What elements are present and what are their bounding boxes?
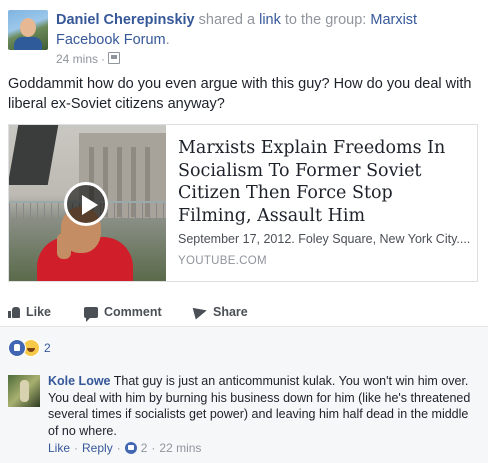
video-thumbnail[interactable] [9, 125, 166, 281]
comments-section: 2 Kole Lowe That guy is just an anticomm… [0, 326, 488, 463]
reactions-count[interactable]: 2 [44, 341, 51, 355]
avatar-shirt [14, 37, 42, 50]
comment-text: That guy is just an anticommunist kulak.… [48, 374, 471, 438]
author-avatar[interactable] [8, 10, 48, 50]
author-name-link[interactable]: Daniel Cherepinskiy [56, 12, 195, 28]
comment-button-label: Comment [104, 305, 162, 319]
comment-reply-link[interactable]: Reply [82, 441, 113, 455]
post-header-line: Daniel Cherepinskiy shared a link to the… [56, 10, 476, 50]
comment-meta-sep: · [151, 441, 156, 455]
shared-text: shared a [194, 12, 260, 28]
comment-like-count[interactable]: 2 [141, 441, 148, 455]
comment-meta-sep: · [74, 441, 79, 455]
to-group-text: to the group: [280, 12, 371, 28]
meta-dot: · [101, 52, 106, 66]
share-button[interactable]: Share [192, 302, 248, 322]
link-preview-card[interactable]: Marxists Explain Freedoms In Socialism T… [8, 124, 478, 282]
group-icon[interactable] [108, 52, 121, 64]
commenter-avatar[interactable] [8, 375, 40, 407]
like-button-label: Like [26, 305, 52, 319]
link-card-description: September 17, 2012. Foley Square, New Yo… [178, 232, 470, 246]
comment-icon [84, 306, 98, 322]
comment-timestamp[interactable]: 22 mins [159, 441, 201, 455]
commenter-name-link[interactable]: Kole Lowe [48, 374, 111, 388]
avatar-face [20, 18, 36, 37]
like-reaction-icon [124, 442, 137, 454]
comment-body: Kole Lowe That guy is just an anticommun… [48, 373, 478, 439]
play-icon[interactable] [64, 182, 108, 226]
link-card-body[interactable]: Marxists Explain Freedoms In Socialism T… [178, 125, 470, 281]
post-timestamp[interactable]: 24 mins [56, 52, 98, 66]
like-button[interactable]: Like [8, 302, 51, 322]
comment-button[interactable]: Comment [84, 302, 162, 322]
thumbnail-person-hand [57, 233, 71, 259]
share-button-label: Share [213, 305, 248, 319]
link-word-link[interactable]: link [259, 12, 281, 28]
share-arrow-icon [192, 304, 209, 320]
comment-like-link[interactable]: Like [48, 441, 70, 455]
post-text: Goddammit how do you even argue with thi… [8, 76, 472, 112]
post-meta: 24 mins · [56, 52, 121, 66]
thumbs-up-icon [8, 306, 20, 318]
post-actions-bar: Like Comment Share [8, 300, 478, 322]
comment-meta: Like · Reply · 2 · 22 mins [48, 441, 201, 455]
post-header: Daniel Cherepinskiy shared a link to the… [8, 8, 478, 66]
period: . [165, 32, 170, 48]
link-card-title[interactable]: Marxists Explain Freedoms In Socialism T… [178, 137, 470, 227]
thumbnail-sculpture [9, 125, 59, 185]
comment-meta-sep: · [116, 441, 121, 455]
link-card-domain: YOUTUBE.COM [178, 255, 267, 267]
commenter-avatar-figure [20, 380, 29, 402]
like-reaction-icon [8, 339, 26, 357]
reactions-summary[interactable]: 2 [8, 339, 51, 357]
